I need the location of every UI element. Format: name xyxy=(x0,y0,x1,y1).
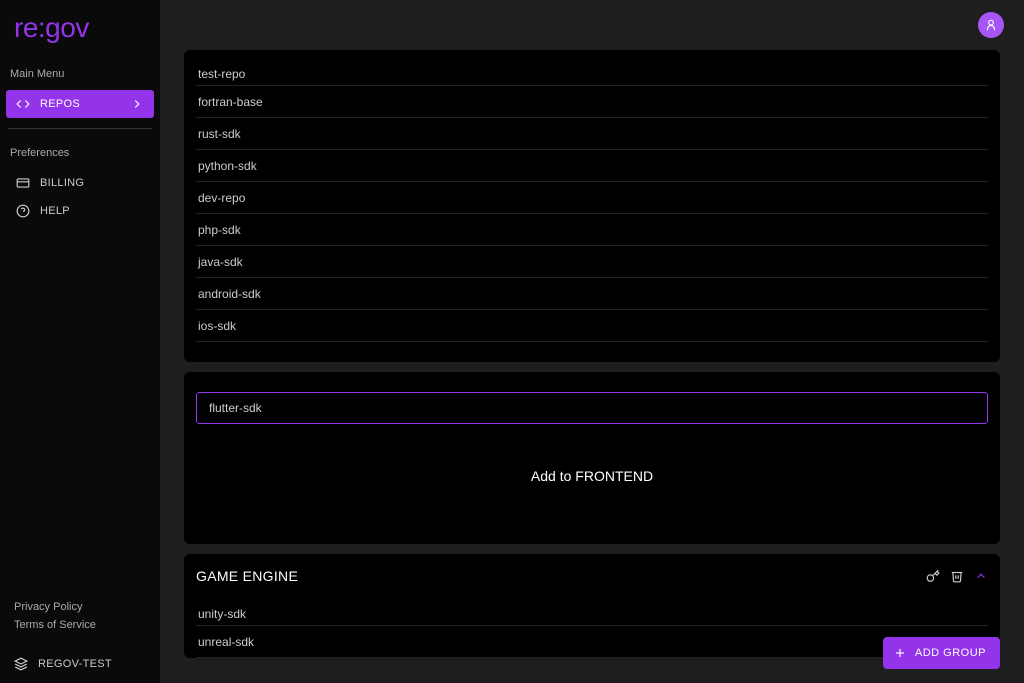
repo-row[interactable]: dev-repo xyxy=(196,182,988,214)
sidebar-item-help[interactable]: HELP xyxy=(6,197,154,225)
sidebar-item-label: HELP xyxy=(40,205,70,217)
repo-group-card: test-repofortran-baserust-sdkpython-sdkd… xyxy=(184,50,1000,362)
repo-row[interactable]: fortran-base xyxy=(196,86,988,118)
group-title: GAME ENGINE xyxy=(196,568,298,584)
org-name: REGOV-TEST xyxy=(38,658,112,670)
main-menu-label: Main Menu xyxy=(0,54,160,90)
topbar xyxy=(160,0,1024,50)
add-group-label: ADD GROUP xyxy=(915,647,986,659)
add-group-button[interactable]: ADD GROUP xyxy=(883,637,1000,669)
sidebar-item-billing[interactable]: BILLING xyxy=(6,169,154,197)
repo-group-card-2: GAME ENGINE unity-sdkunreal-sdk xyxy=(184,554,1000,658)
key-icon[interactable] xyxy=(926,569,940,583)
chevron-right-icon xyxy=(130,97,144,111)
user-icon xyxy=(984,18,998,32)
repo-row[interactable]: php-sdk xyxy=(196,214,988,246)
preferences-label: Preferences xyxy=(0,133,160,169)
sidebar: re:gov Main Menu REPOS Preferences BILLI… xyxy=(0,0,160,683)
layers-icon xyxy=(14,657,28,671)
divider xyxy=(8,128,152,129)
repo-row[interactable]: rust-sdk xyxy=(196,118,988,150)
group-actions xyxy=(926,569,988,583)
avatar[interactable] xyxy=(978,12,1004,38)
org-selector[interactable]: REGOV-TEST xyxy=(0,649,160,671)
repo-row[interactable]: android-sdk xyxy=(196,278,988,310)
credit-card-icon xyxy=(16,176,30,190)
repo-row[interactable]: python-sdk xyxy=(196,150,988,182)
new-repo-input[interactable] xyxy=(196,392,988,424)
main: test-repofortran-baserust-sdkpython-sdkd… xyxy=(160,0,1024,683)
trash-icon[interactable] xyxy=(950,569,964,583)
plus-icon xyxy=(893,646,907,660)
privacy-link[interactable]: Privacy Policy xyxy=(14,601,146,613)
sidebar-item-repos[interactable]: REPOS xyxy=(6,90,154,118)
group-header: GAME ENGINE xyxy=(184,554,1000,594)
logo: re:gov xyxy=(0,12,160,54)
sidebar-footer: Privacy Policy Terms of Service xyxy=(0,601,160,649)
sidebar-item-label: REPOS xyxy=(40,98,80,110)
content: test-repofortran-baserust-sdkpython-sdkd… xyxy=(160,50,1024,683)
repo-row[interactable]: test-repo xyxy=(196,54,988,86)
code-icon xyxy=(16,97,30,111)
add-repo-card: Add to FRONTEND xyxy=(184,372,1000,544)
chevron-up-icon[interactable] xyxy=(974,569,988,583)
sidebar-item-label: BILLING xyxy=(40,177,84,189)
repo-row[interactable]: unreal-sdk xyxy=(196,626,988,658)
add-to-label[interactable]: Add to FRONTEND xyxy=(196,468,988,484)
repo-row[interactable]: java-sdk xyxy=(196,246,988,278)
terms-link[interactable]: Terms of Service xyxy=(14,619,146,631)
repo-row[interactable]: ios-sdk xyxy=(196,310,988,342)
repo-row[interactable]: unity-sdk xyxy=(196,594,988,626)
help-icon xyxy=(16,204,30,218)
